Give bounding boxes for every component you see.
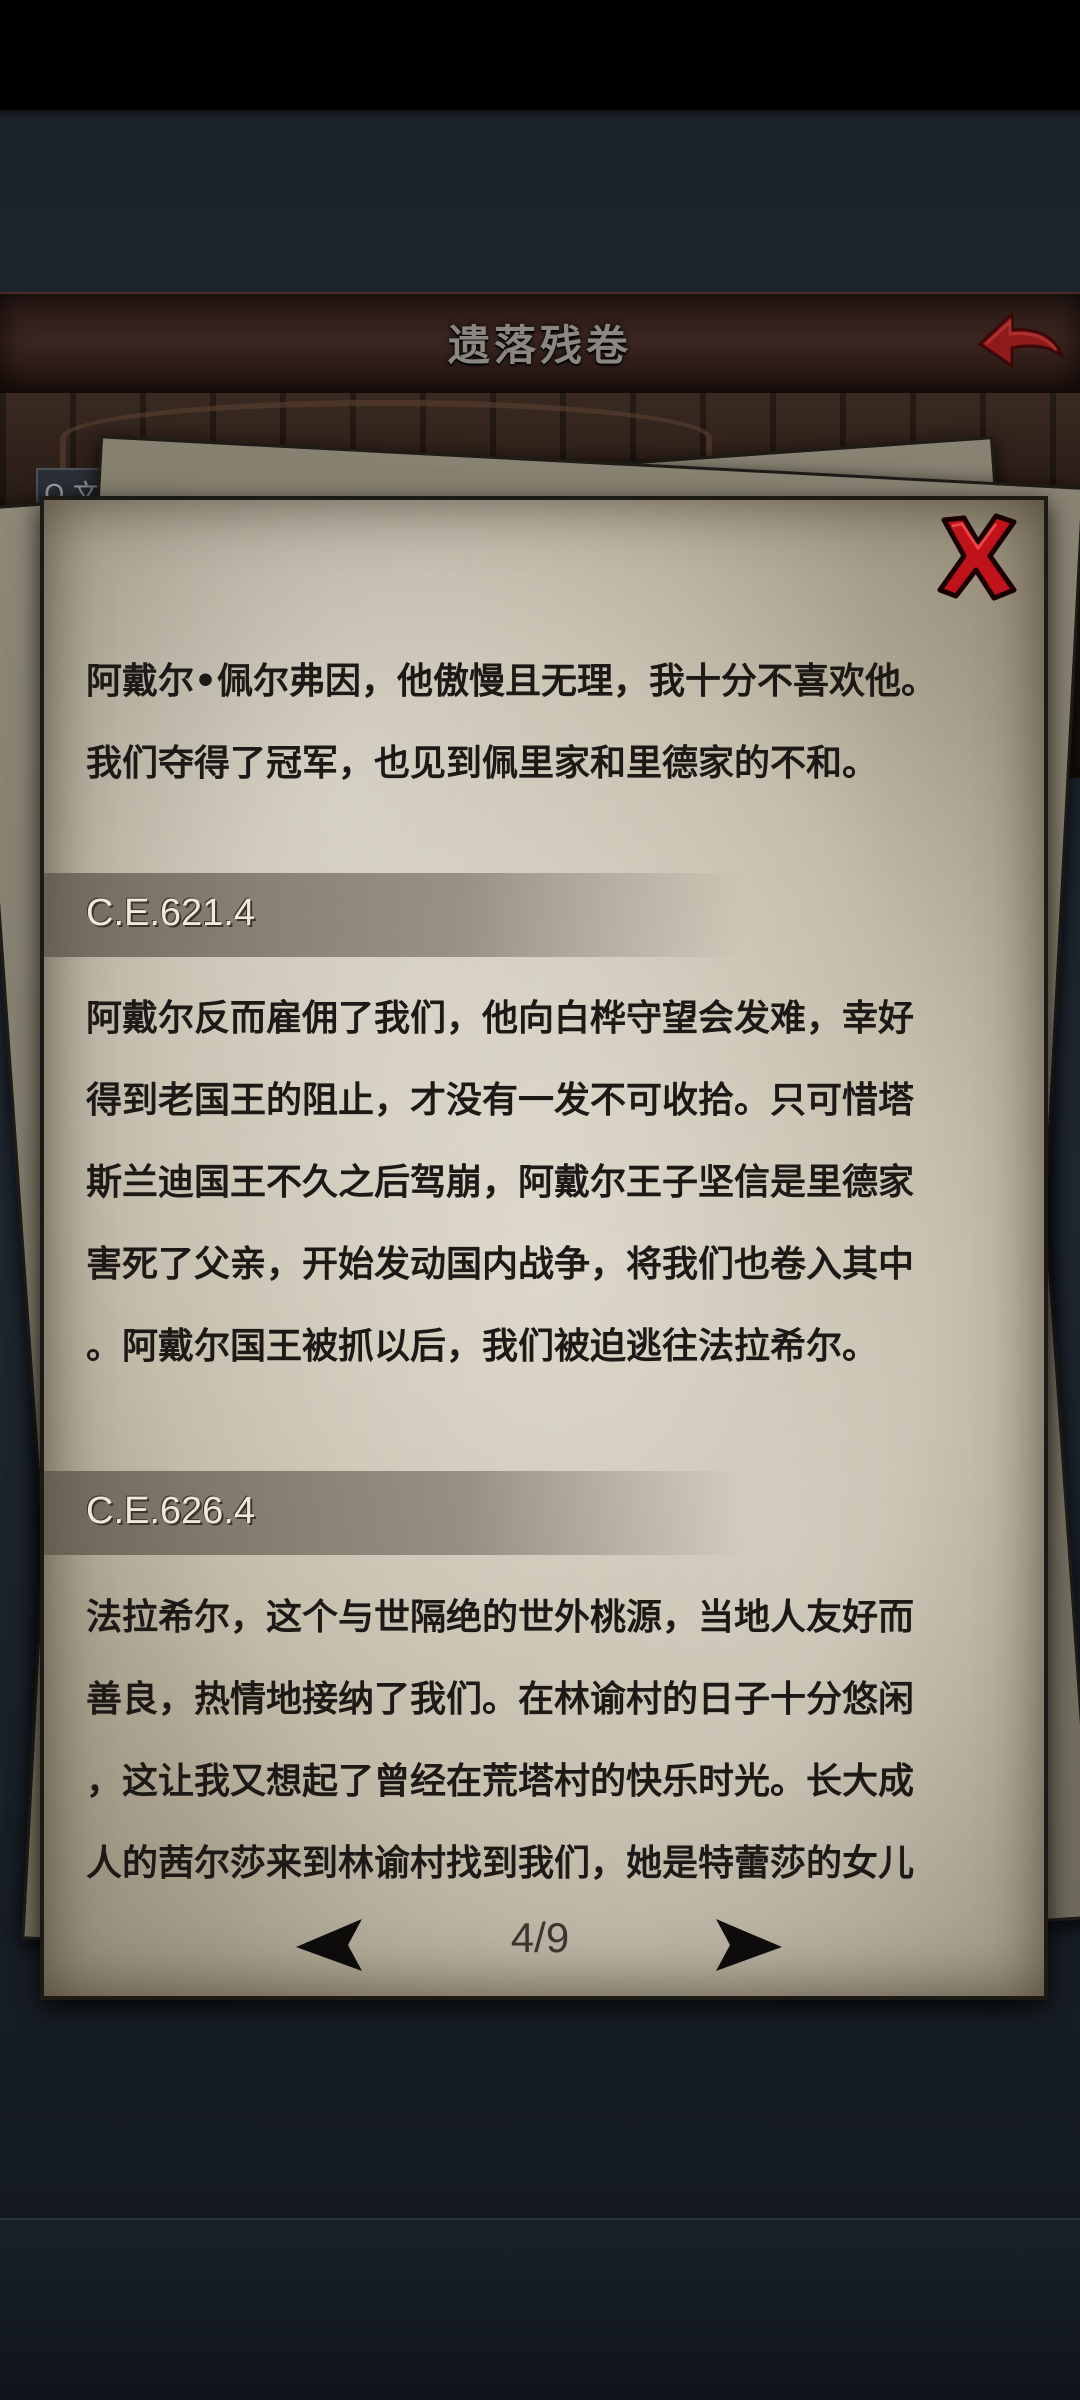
header-bar: 遗落残卷 <box>0 292 1080 393</box>
entry-date: C.E.621.4 <box>86 892 255 934</box>
entry-text: 法拉希尔，这个与世隔绝的世外桃源，当地人友好而 善良，热情地接纳了我们。在林谕村… <box>86 1597 915 1884</box>
entry-text: 阿戴尔反而雇佣了我们，他向白桦守望会发难，幸好 得到老国王的阻止，才没有一发不可… <box>86 998 915 1367</box>
close-button[interactable] <box>934 512 1020 602</box>
next-page-button[interactable] <box>712 1915 786 1973</box>
close-x-icon <box>937 513 1017 601</box>
bottom-bar <box>0 2218 1080 2400</box>
back-button[interactable] <box>972 304 1068 380</box>
right-triangle-icon <box>716 1919 782 1971</box>
page-indicator: 4/9 <box>510 1914 570 1961</box>
status-strip <box>0 0 1080 110</box>
page-title: 遗落残卷 <box>447 321 632 370</box>
screen: Q 文 遗落残卷 阿戴尔•佩尔弗因，他傲慢且无理，我十分不喜欢他。 我们夺得了冠… <box>0 0 1080 2400</box>
entry-date: C.E.626.4 <box>86 1490 255 1532</box>
back-arrow-icon <box>977 310 1066 369</box>
entry-text: 阿戴尔•佩尔弗因，他傲慢且无理，我十分不喜欢他。 我们夺得了冠军，也见到佩里家和… <box>86 661 938 784</box>
left-triangle-icon <box>296 1919 362 1971</box>
prev-page-button[interactable] <box>292 1915 366 1973</box>
